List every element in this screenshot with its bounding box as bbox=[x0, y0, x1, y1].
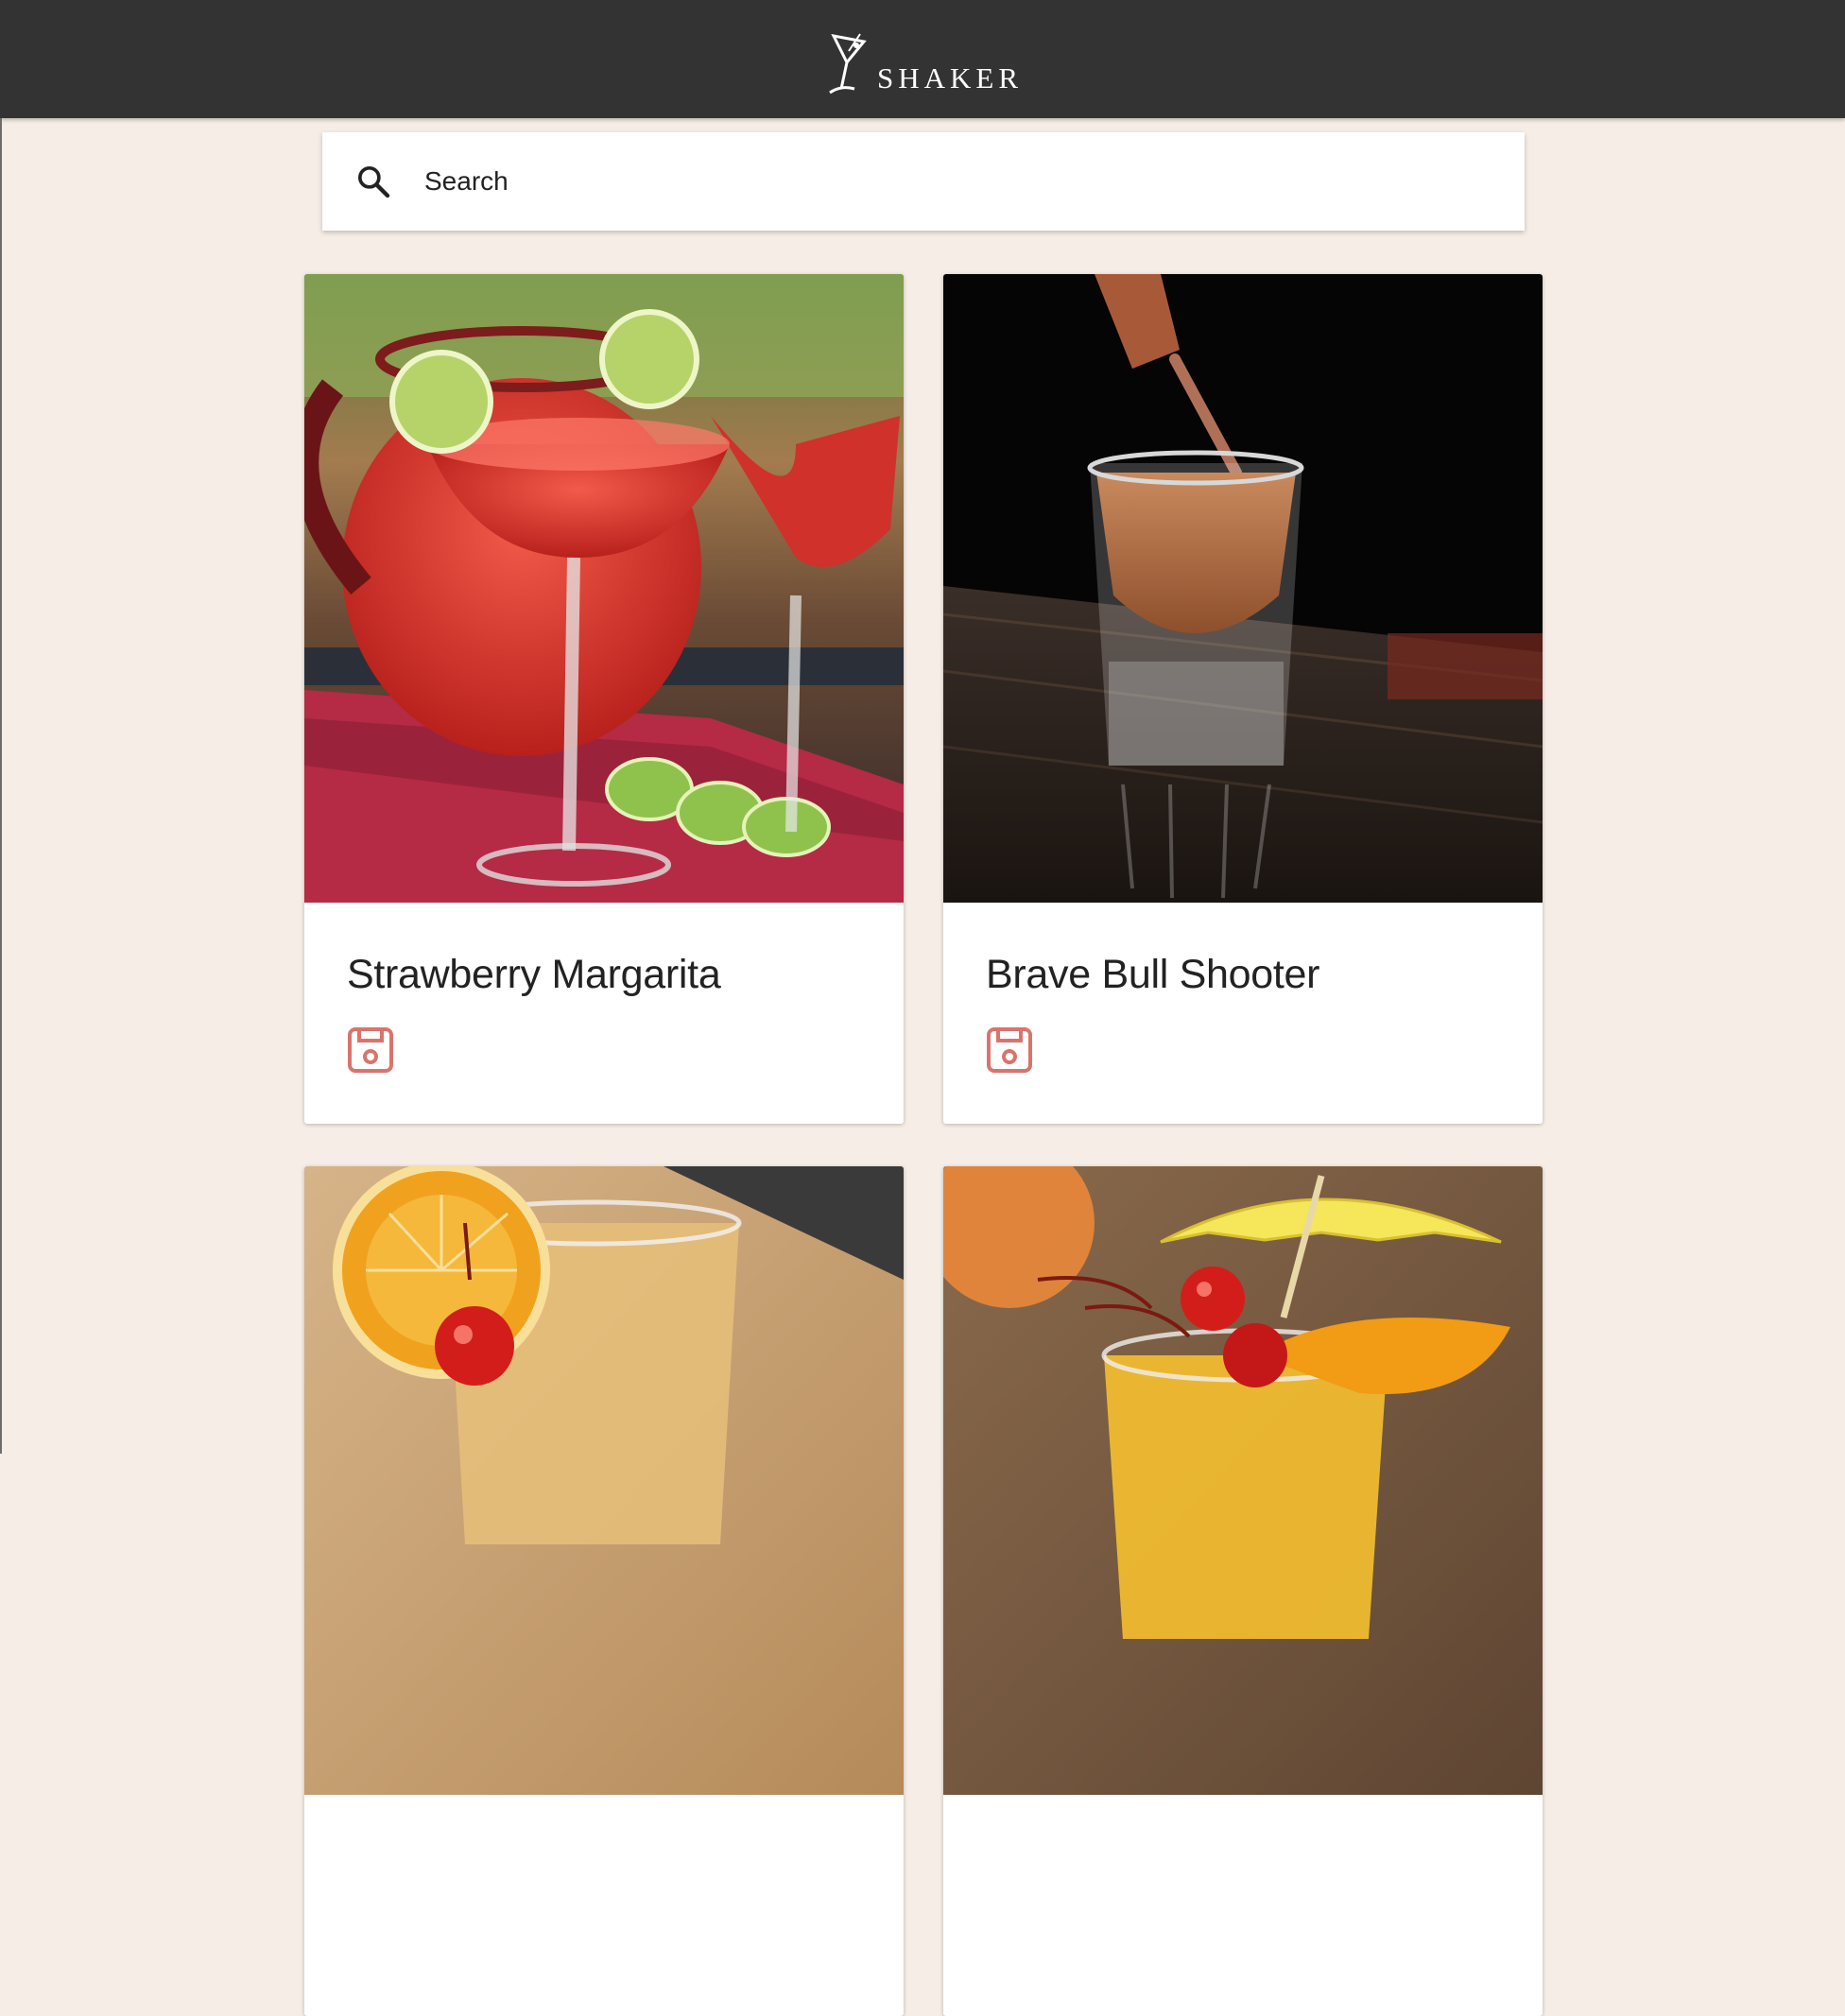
cocktail-photo bbox=[943, 1166, 1543, 1795]
cocktail-name: Brave Bull Shooter bbox=[986, 952, 1320, 997]
card-content: Strawberry Margarita bbox=[304, 903, 904, 1124]
cocktail-card[interactable] bbox=[943, 1166, 1543, 2016]
save-button[interactable] bbox=[346, 1025, 395, 1075]
search-bar bbox=[322, 132, 1525, 231]
floppy-disk-icon bbox=[348, 1027, 393, 1073]
brand-logo-link[interactable]: SHAKER bbox=[822, 30, 1023, 96]
brand-name: SHAKER bbox=[876, 60, 1023, 95]
cocktail-photo bbox=[304, 1166, 904, 1795]
cocktail-name: Strawberry Margarita bbox=[347, 952, 721, 997]
search-icon[interactable] bbox=[354, 163, 392, 200]
floppy-disk-icon bbox=[987, 1027, 1032, 1073]
card-content bbox=[304, 1795, 904, 2016]
cocktail-card[interactable]: Strawberry Margarita bbox=[304, 274, 904, 1124]
cocktail-card[interactable] bbox=[304, 1166, 904, 2016]
search-input[interactable] bbox=[424, 153, 1464, 210]
cocktail-photo bbox=[943, 274, 1543, 903]
top-app-bar: SHAKER bbox=[0, 0, 1845, 118]
martini-glass-icon bbox=[829, 32, 867, 94]
card-content bbox=[943, 1795, 1543, 2016]
save-button[interactable] bbox=[985, 1025, 1034, 1075]
left-edge-divider bbox=[0, 118, 2, 1454]
card-content: Brave Bull Shooter bbox=[943, 903, 1543, 1124]
cocktail-card[interactable]: Brave Bull Shooter bbox=[943, 274, 1543, 1124]
cocktail-photo bbox=[304, 274, 904, 903]
